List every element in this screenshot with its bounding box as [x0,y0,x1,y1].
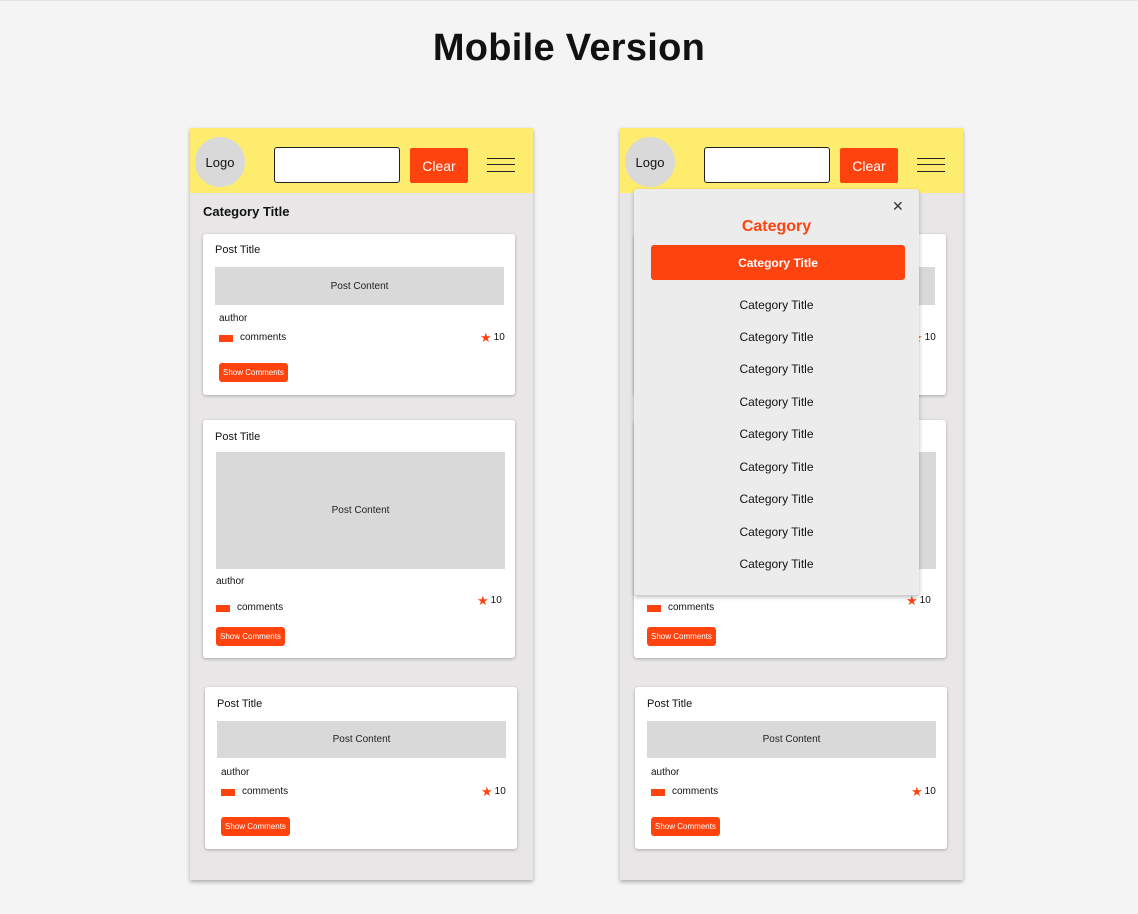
post-card: Post Title Post Content author comments … [203,420,515,658]
show-comments-button[interactable]: Show Comments [216,627,285,646]
post-title: Post Title [217,698,263,710]
clear-button[interactable]: Clear [840,148,898,183]
post-content: Post Content [215,267,504,305]
app-header: Logo Clear [620,128,963,193]
rating-value: 10 [924,786,936,797]
comment-icon [216,605,230,612]
category-item[interactable]: Category Title [634,298,919,312]
rating-value: 10 [490,595,502,606]
logo[interactable]: Logo [625,137,675,187]
show-comments-button[interactable]: Show Comments [651,817,720,836]
category-dropdown: ✕ Category Category Title Category Title… [634,189,919,595]
post-card: Post Title Post Content author comments … [635,687,947,849]
phone-mockup-feed: Logo Clear Category Title Post Title Pos… [190,128,533,880]
category-item[interactable]: Category Title [634,330,919,344]
rating-value: 10 [494,786,506,797]
star-icon: ★ [477,592,489,608]
comments-label: comments [242,786,289,797]
comments-label: comments [668,602,715,613]
category-item[interactable]: Category Title [634,492,919,506]
search-input[interactable] [274,147,400,183]
star-icon: ★ [911,783,923,799]
app-header: Logo Clear [190,128,533,193]
rating-value: 10 [919,595,931,606]
category-heading: Category Title [203,204,290,219]
clear-button[interactable]: Clear [410,148,468,183]
post-card: Post Title Post Content author comments … [203,234,515,395]
close-icon[interactable]: ✕ [892,199,904,213]
comment-icon [221,789,235,796]
show-comments-button[interactable]: Show Comments [219,363,288,382]
star-icon: ★ [906,592,918,608]
star-icon: ★ [481,783,493,799]
post-content: Post Content [647,721,936,758]
post-author: author [651,767,680,778]
page-title: Mobile Version [432,27,706,69]
comment-icon [219,335,233,342]
post-rating: ★ 10 [906,592,931,608]
category-item-active[interactable]: Category Title [651,245,905,280]
category-item[interactable]: Category Title [634,427,919,441]
post-rating: ★ 10 [480,329,505,345]
comments-label: comments [672,786,719,797]
category-item[interactable]: Category Title [634,395,919,409]
post-rating: ★ 10 [481,783,506,799]
category-item[interactable]: Category Title [634,362,919,376]
post-title: Post Title [647,698,693,710]
post-author: author [219,313,248,324]
comment-icon [651,789,665,796]
search-input[interactable] [704,147,830,183]
comment-icon [647,605,661,612]
logo[interactable]: Logo [195,137,245,187]
show-comments-button[interactable]: Show Comments [221,817,290,836]
rating-value: 10 [924,332,936,343]
post-title: Post Title [215,244,261,256]
category-item[interactable]: Category Title [634,460,919,474]
post-rating: ★ 10 [911,783,936,799]
category-item[interactable]: Category Title [634,525,919,539]
post-rating: ★ 10 [477,592,502,608]
rating-value: 10 [493,332,505,343]
show-comments-button[interactable]: Show Comments [647,627,716,646]
category-item[interactable]: Category Title [634,557,919,571]
post-title: Post Title [215,431,261,443]
post-content: Post Content [216,452,505,569]
top-divider [0,0,1138,1]
post-card: Post Title Post Content author comments … [205,687,517,849]
dropdown-heading: Category [741,218,812,235]
star-icon: ★ [480,329,492,345]
comments-label: comments [240,332,287,343]
comments-label: comments [237,602,284,613]
menu-icon[interactable] [917,157,945,173]
phone-mockup-category-menu: Logo Clear ★ 10 comments ★ 10 Show Comme… [620,128,963,880]
post-author: author [221,767,250,778]
menu-icon[interactable] [487,157,515,173]
post-content: Post Content [217,721,506,758]
post-author: author [216,576,245,587]
